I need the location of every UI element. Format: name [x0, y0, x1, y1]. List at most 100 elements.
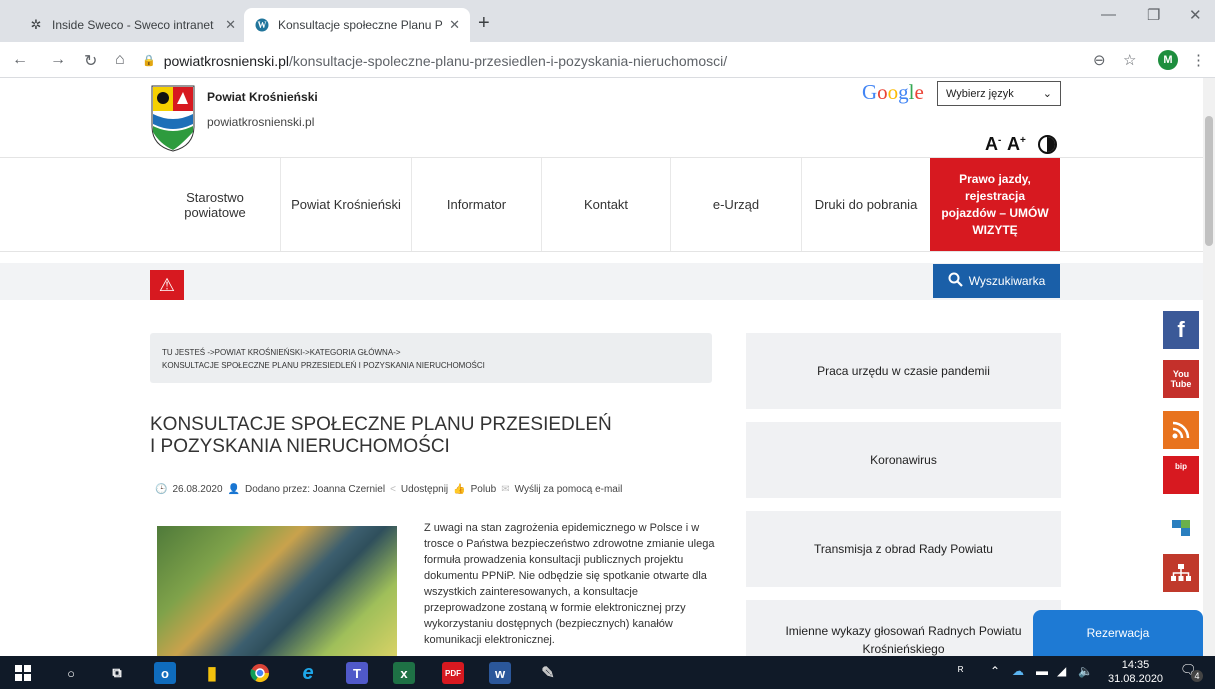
minimize-icon[interactable]: — — [1101, 6, 1116, 23]
sweco-favicon-icon: ✲ — [30, 17, 42, 32]
new-tab-button[interactable]: + — [478, 12, 490, 35]
nav-item-informator[interactable]: Informator — [411, 158, 541, 251]
language-select-value: Wybierz język — [946, 87, 1014, 100]
tab-konsultacje[interactable]: W Konsultacje społeczne Planu Prze ✕ — [244, 8, 470, 42]
user-icon: 👤 — [227, 484, 240, 495]
nav-item-kontakt[interactable]: Kontakt — [541, 158, 670, 251]
sidebar-box-transmisja[interactable]: Transmisja z obrad Rady Powiatu — [746, 511, 1061, 587]
file-explorer-icon[interactable]: ▮ — [201, 662, 223, 684]
people-icon[interactable]: ᴿ — [958, 664, 963, 678]
accessibility-icon[interactable] — [1163, 509, 1199, 547]
search-icon — [948, 272, 963, 290]
tab-sweco-intranet[interactable]: ✲ Inside Sweco - Sweco intranet ✕ — [18, 8, 246, 42]
bookmark-star-icon[interactable]: ☆ — [1123, 51, 1136, 69]
article-title: KONSULTACJE SPOŁECZNE PLANU PRZESIEDLEŃ … — [150, 414, 612, 457]
divider — [0, 251, 1203, 252]
sitemap-icon[interactable] — [1163, 554, 1199, 592]
notifications-icon[interactable]: 🗨 4 — [1180, 662, 1203, 682]
url-path: /konsultacje-spoleczne-planu-przesiedlen… — [289, 52, 728, 69]
web-page: Powiat Krośnieński powiatkrosnienski.pl … — [0, 78, 1203, 656]
tab-title: Inside Sweco - Sweco intranet — [52, 18, 214, 32]
reload-icon[interactable]: ↻ — [84, 51, 97, 71]
page-scrollbar[interactable] — [1203, 78, 1215, 656]
bip-icon[interactable]: bip — [1163, 456, 1199, 494]
search-icon[interactable]: ○ — [60, 662, 82, 684]
zoom-icon[interactable]: ⊖ — [1093, 51, 1106, 69]
scrollbar-thumb[interactable] — [1205, 116, 1213, 246]
nav-item-e-urzad[interactable]: e-Urząd — [670, 158, 801, 251]
url-host: powiatkrosnienski.pl — [163, 52, 289, 69]
network-icon[interactable]: ◢ — [1057, 664, 1066, 678]
share-link[interactable]: Udostępnij — [401, 484, 448, 495]
font-increase-button[interactable]: A+ — [1007, 134, 1026, 155]
clock-time: 14:35 — [1121, 659, 1150, 671]
like-icon: 👍 — [453, 484, 466, 495]
back-icon[interactable]: ← — [12, 51, 28, 69]
search-button[interactable]: Wyszukiwarka — [933, 264, 1060, 298]
nav-item-starostwo[interactable]: Starostwo powiatowe — [150, 158, 280, 251]
chevron-down-icon: ⌄ — [1042, 88, 1052, 100]
task-view-icon[interactable]: ⧉ — [106, 662, 128, 684]
paint-icon[interactable]: ✎ — [537, 662, 559, 684]
battery-icon[interactable]: ▬ — [1036, 664, 1048, 678]
like-link[interactable]: Polub — [471, 484, 497, 495]
cta-appointment-button[interactable]: Prawo jazdy, rejestracja pojazdów – UMÓW… — [930, 158, 1060, 251]
system-clock[interactable]: 14:35 31.08.2020 — [1108, 658, 1163, 686]
menu-icon[interactable]: ⋮ — [1191, 51, 1206, 69]
sidebar-box-glosowania[interactable]: Imienne wykazy głosowań Radnych Powiatu … — [746, 600, 1061, 656]
lock-icon: 🔒 — [142, 55, 156, 67]
volume-icon[interactable]: 🔈 — [1078, 664, 1093, 678]
browser-toolbar: ← → ↻ ⌂ 🔒 powiatkrosnienski.pl/konsultac… — [0, 42, 1215, 78]
main-navigation: Starostwo powiatowe Powiat Krośnieński I… — [150, 158, 1060, 251]
profile-avatar[interactable]: M — [1158, 50, 1178, 70]
reservation-button[interactable]: Rezerwacja — [1033, 610, 1203, 656]
windows-start-icon[interactable] — [12, 662, 34, 684]
restore-icon[interactable]: ❐ — [1147, 6, 1160, 24]
svg-text:W: W — [258, 20, 267, 30]
site-name[interactable]: Powiat Krośnieński — [207, 90, 318, 104]
language-select[interactable]: Wybierz język ⌄ — [937, 81, 1061, 106]
forward-icon[interactable]: → — [50, 51, 66, 69]
font-decrease-button[interactable]: A- — [985, 134, 1001, 155]
facebook-icon[interactable]: f — [1163, 311, 1199, 349]
excel-icon[interactable]: x — [393, 662, 415, 684]
tab-strip: ✲ Inside Sweco - Sweco intranet ✕ W Kons… — [0, 0, 1215, 42]
coat-of-arms-logo[interactable] — [150, 84, 196, 152]
notifications-count: 4 — [1191, 670, 1203, 682]
article-photo — [157, 526, 397, 656]
close-window-icon[interactable]: ✕ — [1189, 6, 1202, 24]
email-link[interactable]: Wyślij za pomocą e-mail — [515, 484, 623, 495]
show-hidden-icons[interactable]: ⌃ — [990, 664, 1000, 678]
google-translate-logo: Google — [862, 80, 924, 104]
rss-icon[interactable] — [1163, 411, 1199, 449]
contrast-icon[interactable] — [1038, 135, 1057, 154]
nav-item-druki[interactable]: Druki do pobrania — [801, 158, 930, 251]
word-icon[interactable]: w — [489, 662, 511, 684]
article-body: Z uwagi na stan zagrożenia epidemicznego… — [424, 522, 715, 646]
share-icon: < — [390, 484, 396, 495]
close-tab-icon[interactable]: ✕ — [225, 17, 236, 33]
warning-icon[interactable]: ⚠ — [150, 270, 184, 300]
address-bar[interactable]: 🔒 powiatkrosnienski.pl/konsultacje-spole… — [142, 47, 1142, 74]
outlook-icon[interactable]: o — [154, 662, 176, 684]
tab-title: Konsultacje społeczne Planu Prze — [278, 18, 444, 32]
onedrive-icon[interactable]: ☁ — [1012, 664, 1024, 678]
youtube-icon[interactable]: You Tube — [1163, 360, 1199, 398]
sidebar-box-pandemia[interactable]: Praca urzędu w czasie pandemii — [746, 333, 1061, 409]
internet-explorer-icon[interactable]: e — [297, 662, 319, 684]
teams-icon[interactable]: T — [346, 662, 368, 684]
clock-date: 31.08.2020 — [1108, 673, 1164, 685]
clock-icon: 🕒 — [155, 484, 168, 495]
pdf-editor-icon[interactable]: PDF — [442, 662, 464, 684]
breadcrumb: TU JESTEŚ ->POWIAT KROŚNIEŃSKI->KATEGORI… — [150, 333, 712, 383]
windows-taskbar: ○ ⧉ o ▮ e T x PDF w ✎ — [0, 656, 1215, 689]
close-tab-icon[interactable]: ✕ — [449, 17, 460, 33]
search-button-label: Wyszukiwarka — [968, 274, 1046, 288]
site-url[interactable]: powiatkrosnienski.pl — [207, 115, 314, 129]
chrome-icon[interactable] — [249, 662, 271, 684]
wordpress-favicon-icon: W — [254, 17, 270, 33]
sidebar-box-koronawirus[interactable]: Koronawirus — [746, 422, 1061, 498]
nav-item-powiat[interactable]: Powiat Krośnieński — [280, 158, 411, 251]
home-icon[interactable]: ⌂ — [115, 51, 125, 69]
breadcrumb-path[interactable]: TU JESTEŚ ->POWIAT KROŚNIEŃSKI->KATEGORI… — [162, 346, 700, 359]
